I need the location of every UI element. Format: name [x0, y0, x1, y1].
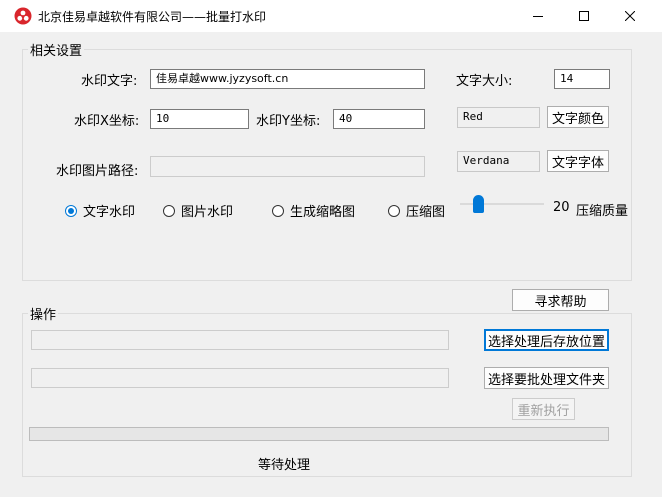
- image-path-input[interactable]: [150, 156, 425, 177]
- radio-indicator: [272, 204, 284, 217]
- quality-slider-thumb[interactable]: [473, 195, 485, 213]
- radio-compress-label: 压缩图: [406, 205, 446, 220]
- rerun-button[interactable]: 重新执行: [512, 398, 575, 420]
- radio-indicator: [163, 204, 175, 217]
- radio-image-watermark-label: 图片水印: [181, 205, 234, 220]
- y-coordinate-label: 水印Y坐标:: [256, 114, 321, 129]
- status-text: 等待处理: [258, 458, 311, 473]
- app-logo-icon: [14, 7, 32, 25]
- maximize-icon: [579, 11, 589, 21]
- operations-group-label: 操作: [28, 304, 59, 323]
- font-button[interactable]: 文字字体: [547, 150, 609, 172]
- quality-value: 20: [553, 200, 570, 215]
- y-coordinate-input[interactable]: 40: [333, 109, 425, 129]
- radio-compress[interactable]: 压缩图: [388, 201, 445, 220]
- help-button[interactable]: 寻求帮助: [512, 289, 609, 311]
- title-bar[interactable]: 北京佳易卓越软件有限公司——批量打水印: [0, 0, 662, 32]
- radio-image-watermark[interactable]: 图片水印: [163, 201, 233, 220]
- radio-text-watermark[interactable]: 文字水印: [65, 201, 135, 220]
- quality-label: 压缩质量: [576, 204, 629, 219]
- window-title: 北京佳易卓越软件有限公司——批量打水印: [38, 10, 267, 24]
- source-path-input[interactable]: [31, 368, 449, 388]
- radio-indicator: [388, 204, 400, 217]
- progress-bar: [29, 427, 609, 441]
- app-window: 北京佳易卓越软件有限公司——批量打水印 相关设置 水印文字: 佳易卓越www.j…: [0, 0, 662, 497]
- minimize-button[interactable]: [515, 0, 561, 32]
- text-color-display: Red: [457, 107, 540, 128]
- radio-selected-indicator: [65, 204, 77, 217]
- close-icon: [625, 11, 635, 21]
- font-size-input[interactable]: 14: [554, 69, 610, 89]
- x-coordinate-label: 水印X坐标:: [74, 114, 140, 129]
- maximize-button[interactable]: [561, 0, 607, 32]
- x-coordinate-input[interactable]: 10: [150, 109, 249, 129]
- minimize-icon: [533, 16, 543, 17]
- radio-thumbnail[interactable]: 生成缩略图: [272, 201, 355, 220]
- text-color-button[interactable]: 文字颜色: [547, 106, 609, 128]
- watermark-text-label: 水印文字:: [81, 74, 138, 89]
- image-path-label: 水印图片路径:: [56, 164, 139, 179]
- select-source-folder-button[interactable]: 选择要批处理文件夹: [484, 367, 609, 389]
- font-name-display: Verdana: [457, 151, 540, 172]
- output-path-input[interactable]: [31, 330, 449, 350]
- select-output-folder-button[interactable]: 选择处理后存放位置: [484, 329, 609, 351]
- watermark-text-input[interactable]: 佳易卓越www.jyzysoft.cn: [150, 69, 425, 89]
- radio-thumbnail-label: 生成缩略图: [290, 205, 356, 220]
- close-button[interactable]: [607, 0, 653, 32]
- font-size-label: 文字大小:: [456, 74, 513, 89]
- settings-group-label: 相关设置: [28, 40, 85, 59]
- radio-text-watermark-label: 文字水印: [83, 205, 136, 220]
